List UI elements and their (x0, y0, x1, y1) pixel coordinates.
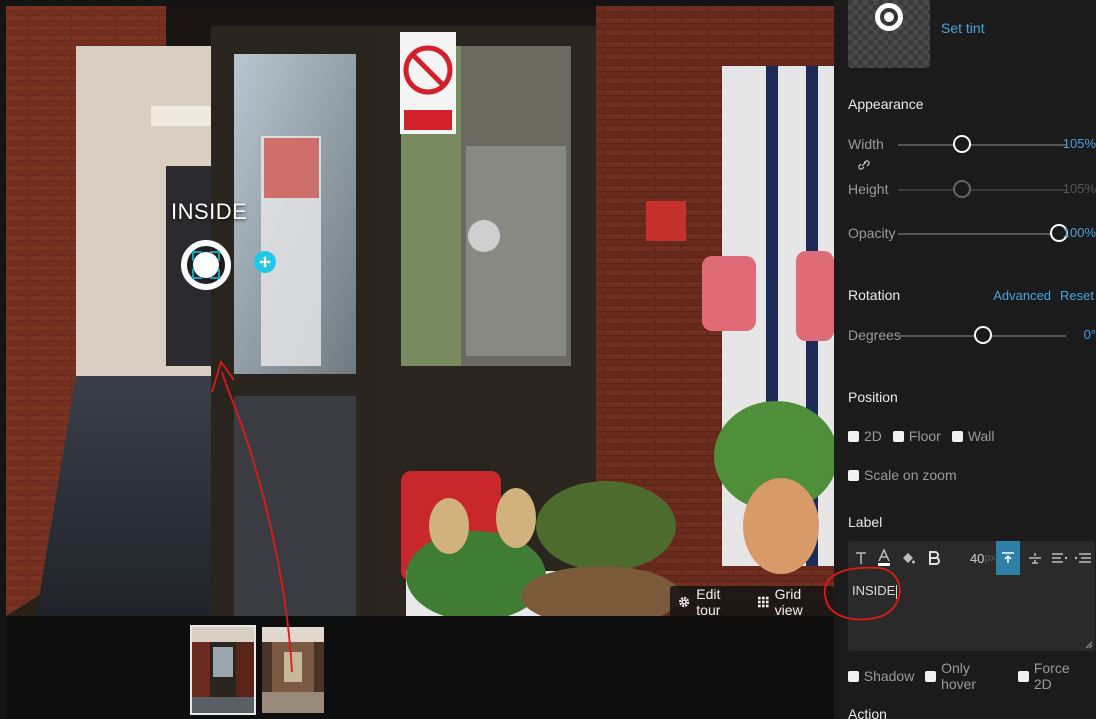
label-editor: 40 px INSIDE (848, 541, 1095, 651)
edit-tour-label: Edit tour (696, 586, 721, 616)
opacity-label: Opacity (848, 225, 896, 241)
width-slider-knob[interactable] (953, 135, 971, 153)
position-wall-checkbox[interactable] (951, 430, 963, 442)
degrees-slider[interactable] (898, 326, 1066, 344)
align-right-button[interactable] (1048, 541, 1072, 575)
panorama-viewer[interactable]: INSIDE Edit tour Grid view (6, 6, 834, 616)
degrees-label: Degrees (848, 327, 901, 343)
opacity-value: 100% (1062, 225, 1096, 240)
rotation-links: Advanced Reset (993, 288, 1094, 303)
force-2d-label: Force 2D (1033, 660, 1070, 692)
scene-thumbnail-strip (6, 616, 834, 719)
edit-tour-button[interactable]: Edit tour (678, 586, 742, 616)
label-text-area[interactable]: INSIDE (852, 583, 898, 599)
only-hover-label: Only hover (941, 660, 977, 692)
set-tint-link[interactable]: Set tint (941, 20, 985, 36)
reset-link[interactable]: Reset (1060, 288, 1094, 303)
font-color-icon (878, 549, 890, 566)
opacity-slider[interactable] (898, 224, 1068, 242)
grid-view-label: Grid view (774, 586, 803, 616)
width-slider[interactable] (898, 135, 1066, 153)
hotspot-preview-icon (875, 3, 903, 31)
align-right-icon (1052, 553, 1068, 563)
rotation-title: Rotation (848, 287, 901, 303)
scene-thumbnail-2[interactable] (260, 625, 326, 715)
font-size-unit: px (984, 552, 997, 564)
label-text-value: INSIDE (852, 583, 896, 598)
label-title: Label (848, 514, 883, 530)
font-color-button[interactable] (874, 541, 894, 575)
hotspot-label[interactable]: INSIDE (171, 199, 247, 225)
shadow-label: Shadow (863, 668, 915, 684)
position-title: Position (848, 389, 898, 405)
align-left-icon (1074, 553, 1091, 563)
label-options: Shadow Only hover Force 2D (848, 660, 1096, 692)
width-value: 105% (1062, 136, 1096, 151)
bold-icon (929, 551, 940, 565)
force-2d-checkbox[interactable] (1018, 670, 1029, 682)
align-left-button[interactable] (1072, 541, 1094, 575)
font-size-value: 40 (969, 550, 985, 566)
only-hover-checkbox[interactable] (925, 670, 937, 682)
position-2d-label: 2D (864, 428, 882, 444)
link-proportions-icon[interactable] (858, 158, 870, 172)
scale-on-zoom-label: Scale on zoom (864, 467, 957, 483)
position-wall-label: Wall (967, 428, 995, 444)
action-title: Action (848, 706, 887, 719)
position-2d-checkbox[interactable] (848, 430, 859, 442)
label-editor-toolbar: 40 px (848, 541, 1095, 575)
gear-icon (679, 596, 690, 608)
scene-thumbnail-1[interactable] (190, 625, 256, 715)
height-slider-knob (953, 180, 971, 198)
width-label: Width (848, 136, 884, 152)
align-top-icon (1002, 552, 1014, 563)
paint-bucket-icon (903, 553, 915, 564)
align-middle-button[interactable] (1024, 541, 1046, 575)
align-middle-icon (1029, 553, 1041, 564)
appearance-title: Appearance (848, 96, 924, 112)
viewer-toolbar: Edit tour Grid view (670, 586, 834, 616)
icon-preview[interactable] (848, 0, 930, 68)
hotspot-icon[interactable] (181, 240, 231, 290)
position-floor-checkbox[interactable] (892, 430, 904, 442)
height-value: 105% (1062, 181, 1096, 196)
height-slider (898, 180, 1066, 198)
hotspot-settings-panel: Set tint Appearance Width 105% Height 10… (834, 0, 1096, 719)
shadow-checkbox[interactable] (848, 670, 859, 682)
grid-view-button[interactable]: Grid view (758, 586, 826, 616)
text-type-icon (856, 552, 866, 564)
height-label: Height (848, 181, 889, 197)
position-floor-label: Floor (908, 428, 941, 444)
panorama-image (6, 6, 834, 616)
position-options: 2D Floor Wall (848, 428, 1001, 444)
advanced-link[interactable]: Advanced (993, 288, 1051, 303)
text-style-button[interactable] (852, 541, 870, 575)
font-size-field[interactable]: 40 px (966, 541, 1000, 575)
bold-button[interactable] (924, 541, 944, 575)
move-handle-icon[interactable] (254, 251, 276, 273)
align-top-button[interactable] (996, 541, 1020, 575)
degrees-slider-knob[interactable] (974, 326, 992, 344)
fill-color-button[interactable] (898, 541, 918, 575)
scale-on-zoom-row: Scale on zoom (848, 467, 963, 483)
scale-on-zoom-checkbox[interactable] (848, 469, 859, 481)
grid-icon (758, 596, 769, 608)
degrees-value: 0° (1083, 327, 1096, 342)
resize-handle-icon[interactable] (1083, 639, 1093, 649)
